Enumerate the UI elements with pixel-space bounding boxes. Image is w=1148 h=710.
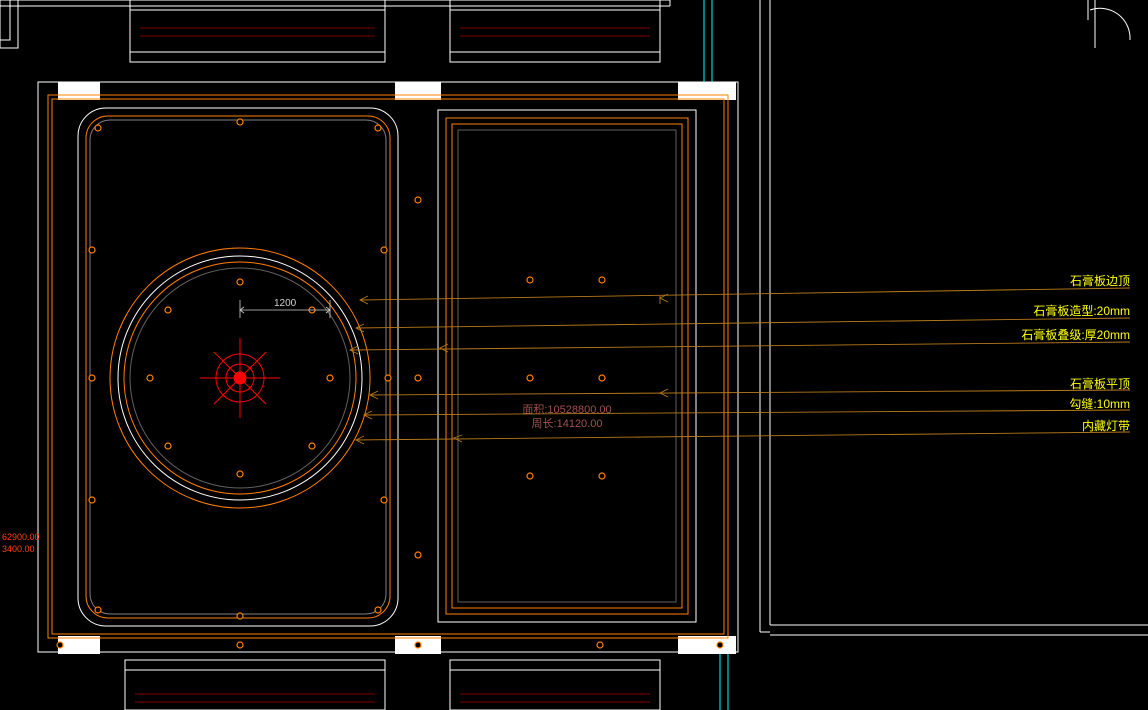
side-text-1: 62900.00 [2, 532, 40, 542]
wall-outline [0, 0, 738, 710]
label-6: 内藏灯带 [1082, 419, 1130, 433]
label-5: 勾缝:10mm [1069, 396, 1130, 411]
red-hatch [135, 28, 650, 702]
label-3: 石膏板叠级:厚20mm [1021, 327, 1130, 342]
label-2: 石膏板造型:20mm [1033, 303, 1130, 318]
dimension-1200-text: 1200 [274, 298, 297, 309]
right-ceiling-panel [438, 110, 696, 622]
label-4: 石膏板平顶 [1070, 376, 1130, 391]
side-text-2: 3400.00 [2, 544, 35, 554]
label-1: 石膏板边顶 [1070, 273, 1130, 288]
perim-text: 周长:14120.00 [532, 417, 603, 430]
center-light-target [200, 338, 280, 418]
cad-drawing-canvas[interactable]: 1200 面积:10528800.00 周长:14120.00 62900.00… [0, 0, 1148, 710]
leader-lines [350, 288, 1130, 444]
left-ceiling-panel [78, 108, 398, 626]
pillar-blocks [58, 82, 736, 654]
orange-boundary [48, 95, 728, 638]
